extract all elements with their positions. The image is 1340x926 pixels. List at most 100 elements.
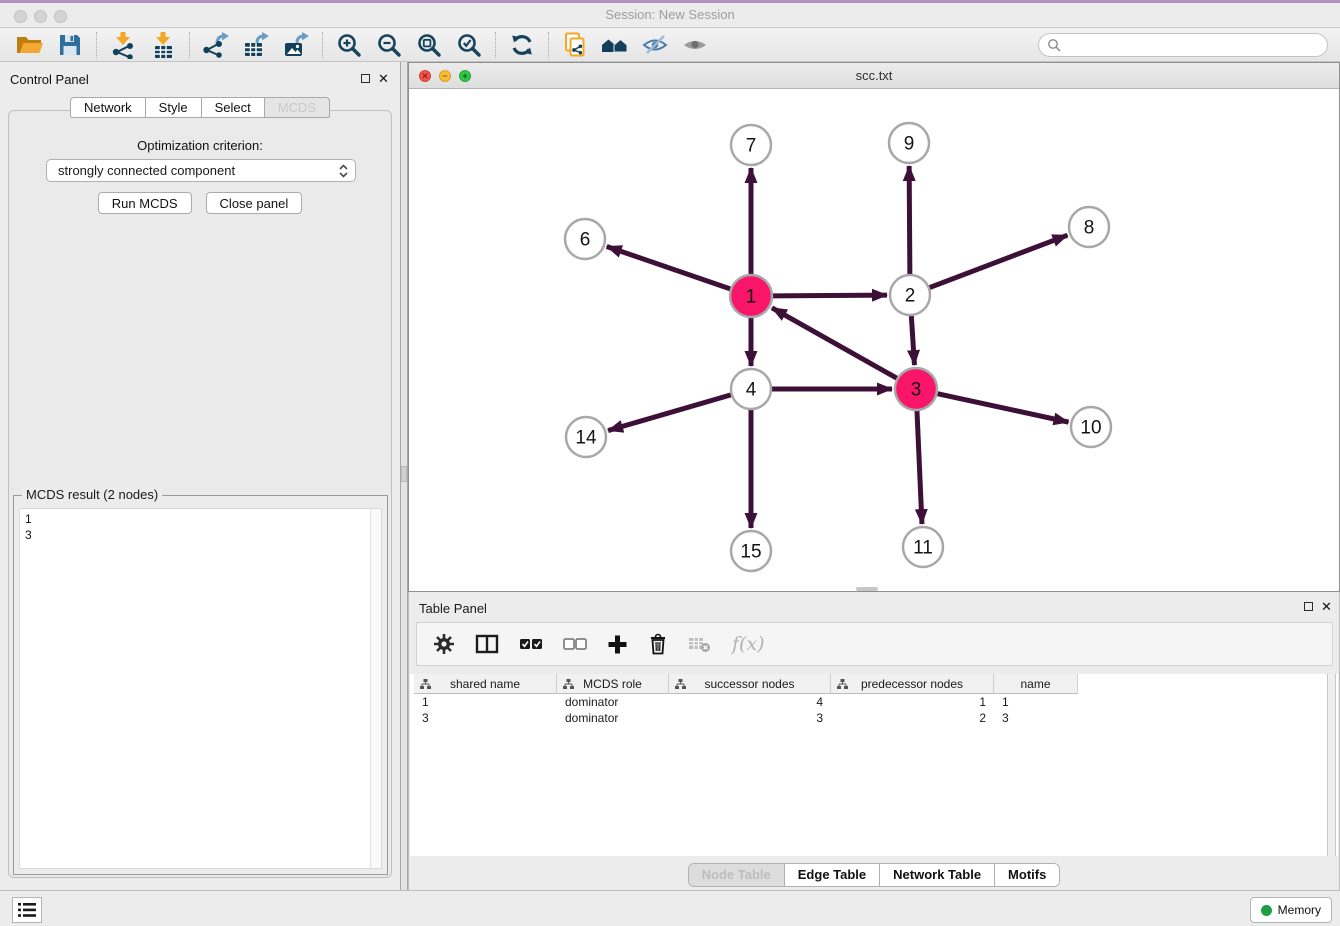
tab-motifs[interactable]: Motifs (994, 864, 1059, 886)
delete-column-button[interactable] (648, 633, 668, 655)
hide-selected-button[interactable] (635, 30, 675, 60)
checked-boxes-icon (519, 638, 543, 650)
table-cell[interactable]: 1 (831, 694, 994, 710)
graph-node-8[interactable]: 8 (1069, 207, 1109, 247)
show-all-button[interactable] (675, 30, 715, 60)
mcds-result-box[interactable]: 1 3 (19, 508, 382, 869)
table-cell[interactable]: 2 (831, 710, 994, 726)
graph-edge-1-2[interactable] (773, 295, 887, 296)
table-row[interactable]: 1dominator411 (414, 694, 1326, 710)
panel-splitter[interactable] (400, 62, 408, 890)
search-box[interactable] (1038, 33, 1328, 57)
graph-node-6[interactable]: 6 (565, 219, 605, 259)
table-close-icon[interactable]: ✕ (1321, 599, 1332, 615)
graph-edge-2-9[interactable] (909, 166, 910, 274)
optimization-label: Optimization criterion: (9, 138, 391, 153)
toolbar-separator (96, 32, 97, 58)
memory-button[interactable]: Memory (1250, 897, 1332, 923)
table-cell[interactable]: 1 (994, 694, 1078, 710)
column-header-predecessor-nodes[interactable]: predecessor nodes (831, 674, 994, 694)
table-cell[interactable]: 1 (414, 694, 557, 710)
export-network-icon (202, 31, 230, 58)
export-table-button[interactable] (236, 30, 276, 60)
graph-edge-3-11[interactable] (917, 411, 922, 524)
network-canvas[interactable]: 7 9 6 8 1 2 4 3 14 10 15 11 (409, 89, 1339, 591)
graph-node-10[interactable]: 10 (1071, 407, 1111, 447)
run-mcds-button[interactable]: Run MCDS (98, 192, 192, 214)
column-header-successor-nodes[interactable]: successor nodes (669, 674, 831, 694)
save-session-button[interactable] (50, 30, 90, 60)
function-builder-button[interactable]: f(x) (732, 633, 765, 655)
graph-edge-2-8[interactable] (930, 235, 1068, 287)
float-panel-icon[interactable] (361, 74, 370, 83)
table-vscrollbar[interactable] (1327, 674, 1336, 856)
canvas-hscrollbar[interactable] (856, 587, 878, 591)
tab-select[interactable]: Select (202, 97, 265, 118)
table-float-icon[interactable] (1304, 602, 1313, 611)
table-cell[interactable]: dominator (557, 710, 669, 726)
tab-mcds[interactable]: MCDS (265, 97, 330, 118)
graph-edge-1-6[interactable] (607, 246, 730, 288)
graph-node-7[interactable]: 7 (731, 125, 771, 165)
column-header-shared-name[interactable]: shared name (414, 674, 557, 694)
toolbar-separator (189, 32, 190, 58)
close-panel-button[interactable]: Close panel (206, 192, 303, 214)
search-input[interactable] (1066, 38, 1319, 52)
delete-table-button[interactable] (688, 635, 712, 653)
network-window-titlebar[interactable]: ✕ − + scc.txt (409, 63, 1339, 89)
mcds-result-scrollbar[interactable] (370, 509, 381, 868)
memory-status-icon (1261, 905, 1272, 916)
column-header-MCDS-role[interactable]: MCDS role (557, 674, 669, 694)
import-network-button[interactable] (103, 30, 143, 60)
zoom-out-icon (376, 32, 402, 58)
graph-edge-3-1[interactable] (772, 308, 897, 378)
tab-network-table[interactable]: Network Table (879, 864, 994, 886)
zoom-in-button[interactable] (329, 30, 369, 60)
column-header-name[interactable]: name (994, 674, 1078, 694)
zoom-selected-button[interactable] (449, 30, 489, 60)
splitter-grip[interactable] (401, 466, 407, 482)
duplicate-network-button[interactable] (555, 30, 595, 60)
control-panel-title: Control Panel (10, 72, 89, 87)
tab-node-table[interactable]: Node Table (689, 864, 784, 886)
zoom-fit-button[interactable] (409, 30, 449, 60)
table-panel-title: Table Panel (419, 601, 487, 616)
graph-node-9[interactable]: 9 (889, 123, 929, 163)
graph-node-14[interactable]: 14 (566, 417, 606, 457)
graph-edge-3-10[interactable] (937, 394, 1068, 422)
graph-edge-4-14[interactable] (608, 395, 731, 431)
graph-node-2[interactable]: 2 (890, 275, 930, 315)
column-browser-button[interactable] (475, 634, 499, 654)
table-cell[interactable]: 4 (669, 694, 831, 710)
tab-edge-table[interactable]: Edge Table (784, 864, 879, 886)
task-history-button[interactable] (12, 897, 42, 923)
unselect-all-columns-button[interactable] (563, 638, 587, 650)
tab-network[interactable]: Network (70, 97, 146, 118)
table-cell[interactable]: 3 (994, 710, 1078, 726)
close-panel-icon[interactable]: ✕ (378, 71, 389, 87)
refresh-button[interactable] (502, 30, 542, 60)
tab-style[interactable]: Style (146, 97, 202, 118)
add-column-button[interactable] (607, 634, 628, 655)
table-cell[interactable]: 3 (669, 710, 831, 726)
optimization-dropdown[interactable]: strongly connected component (46, 159, 356, 182)
graph-node-15[interactable]: 15 (731, 531, 771, 571)
zoom-out-button[interactable] (369, 30, 409, 60)
table-tabs: Node TableEdge TableNetwork TableMotifs (688, 863, 1061, 887)
graph-node-1[interactable]: 1 (730, 275, 772, 317)
home-button[interactable] (595, 30, 635, 60)
table-cell[interactable]: dominator (557, 694, 669, 710)
graph-node-11[interactable]: 11 (903, 527, 943, 567)
export-image-button[interactable] (276, 30, 316, 60)
export-network-button[interactable] (196, 30, 236, 60)
svg-text:1: 1 (746, 287, 757, 308)
graph-node-3[interactable]: 3 (895, 368, 937, 410)
table-settings-button[interactable] (433, 633, 455, 655)
table-row[interactable]: 3dominator323 (414, 710, 1326, 726)
graph-node-4[interactable]: 4 (731, 369, 771, 409)
select-all-columns-button[interactable] (519, 638, 543, 650)
import-table-button[interactable] (143, 30, 183, 60)
table-cell[interactable]: 3 (414, 710, 557, 726)
graph-edge-2-3[interactable] (911, 316, 914, 365)
open-session-button[interactable] (10, 30, 50, 60)
